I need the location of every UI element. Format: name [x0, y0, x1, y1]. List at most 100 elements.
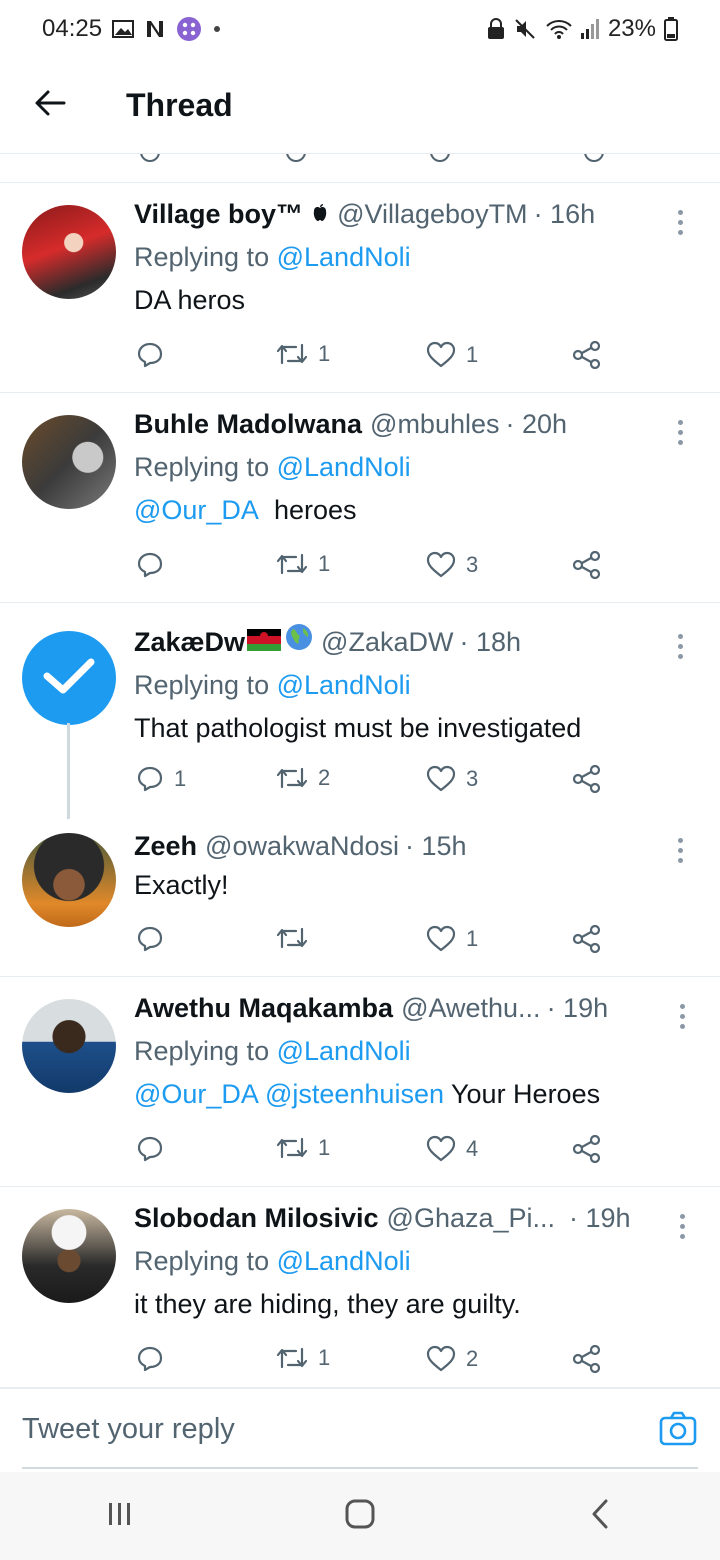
tweet-time[interactable]: · 16h: [534, 199, 596, 230]
tweet-item[interactable]: ZakæDw @ZakaDW · 18h Replying to @LandNo…: [0, 603, 720, 819]
replying-to-mention[interactable]: @LandNoli: [277, 452, 411, 482]
recent-apps-icon: [106, 1500, 134, 1533]
retweet-button[interactable]: 2: [276, 765, 330, 791]
tweet-item[interactable]: Awethu Maqakamba @Awethu... · 19h Replyi…: [0, 977, 720, 1187]
netflix-icon: [144, 19, 166, 39]
comment-icon: [136, 1135, 164, 1163]
tweet-author-name[interactable]: ZakæDw: [134, 627, 245, 658]
tweet-mentions[interactable]: @Our_DA @jsteenhuisen: [134, 1079, 444, 1109]
share-icon: [572, 925, 602, 953]
comment-icon: [136, 1345, 164, 1373]
tweet-author-handle[interactable]: @ZakaDW: [321, 627, 453, 658]
tweet-item[interactable]: Village boy™ @VillageboyTM · 16h Replyin…: [0, 183, 720, 393]
replying-to-mention[interactable]: @LandNoli: [277, 670, 411, 700]
tweet-text: it they are hiding, they are guilty.: [134, 1289, 690, 1320]
tweet-author-handle[interactable]: @owakwaNdosi: [205, 831, 399, 862]
app-icon: [176, 16, 202, 42]
retweet-icon: [276, 1345, 308, 1371]
tweet-author-handle[interactable]: @mbuhles: [370, 409, 499, 440]
page-title: Thread: [126, 87, 233, 123]
apple-icon: [311, 199, 329, 230]
tweet-item[interactable]: Zeeh @owakwaNdosi · 15h Exactly! 1: [0, 819, 720, 977]
retweet-button[interactable]: 1: [276, 551, 330, 577]
avatar[interactable]: [22, 631, 116, 725]
camera-button[interactable]: [658, 1409, 698, 1449]
avatar[interactable]: [22, 999, 116, 1093]
like-count: 1: [466, 926, 479, 951]
replying-to-mention[interactable]: @LandNoli: [277, 1246, 411, 1276]
reply-button[interactable]: [136, 925, 174, 953]
more-options-button[interactable]: [672, 1209, 692, 1243]
tweet-author-name[interactable]: Village boy™: [134, 199, 303, 230]
tweet-time[interactable]: · 18h: [459, 627, 521, 658]
tweet-text: That pathologist must be investigated: [134, 713, 690, 744]
reply-input[interactable]: [22, 1389, 622, 1469]
tweet-author-name[interactable]: Buhle Madolwana: [134, 409, 362, 440]
avatar[interactable]: [22, 1209, 116, 1303]
reply-button[interactable]: [136, 341, 174, 369]
share-icon: [572, 1345, 602, 1373]
tweet-mentions[interactable]: @Our_DA: [134, 495, 259, 525]
avatar[interactable]: [22, 833, 116, 927]
share-button[interactable]: [572, 765, 602, 793]
home-button[interactable]: [320, 1486, 400, 1546]
reply-button[interactable]: 1: [136, 765, 186, 793]
tweet-item[interactable]: Buhle Madolwana @mbuhles · 20h Replying …: [0, 393, 720, 603]
more-options-button[interactable]: [670, 629, 690, 663]
more-options-button[interactable]: [670, 833, 690, 867]
tweet-header: Slobodan Milosivic @Ghaza_Pi... · 19h: [134, 1203, 690, 1234]
battery-icon: [664, 17, 678, 41]
retweet-button[interactable]: [276, 925, 318, 951]
share-button[interactable]: [572, 925, 602, 953]
lock-icon: [486, 18, 506, 40]
reply-button[interactable]: [136, 551, 174, 579]
tweet-time[interactable]: · 15h: [405, 831, 467, 862]
tweet-time[interactable]: · 19h: [569, 1203, 631, 1234]
like-button[interactable]: 3: [426, 765, 478, 793]
tweet-time[interactable]: · 19h: [547, 993, 609, 1024]
avatar[interactable]: [22, 415, 116, 509]
replying-to-mention[interactable]: @LandNoli: [277, 242, 411, 272]
tweet-time[interactable]: · 20h: [506, 409, 568, 440]
malawi-flag-icon: [247, 629, 282, 651]
share-button[interactable]: [572, 1135, 602, 1163]
tweet-author-name[interactable]: Slobodan Milosivic: [134, 1203, 379, 1234]
like-button[interactable]: 3: [426, 551, 478, 579]
like-button[interactable]: 1: [426, 341, 478, 369]
tweet-author-name[interactable]: Awethu Maqakamba: [134, 993, 393, 1024]
tweet-author-handle[interactable]: @Awethu...: [401, 993, 540, 1024]
thread-feed[interactable]: Village boy™ @VillageboyTM · 16h Replyin…: [0, 154, 720, 1388]
like-button[interactable]: 2: [426, 1345, 478, 1373]
like-count: 3: [466, 552, 479, 577]
replying-to-line: Replying to @LandNoli: [134, 1036, 690, 1067]
retweet-count: 1: [318, 1345, 331, 1370]
system-back-button[interactable]: [560, 1486, 640, 1546]
retweet-button[interactable]: 1: [276, 1135, 330, 1161]
recent-apps-button[interactable]: [80, 1486, 160, 1546]
replying-to-mention[interactable]: @LandNoli: [277, 1036, 411, 1066]
like-button[interactable]: 1: [426, 925, 478, 953]
more-options-button[interactable]: [670, 415, 690, 449]
retweet-button[interactable]: 1: [276, 1345, 330, 1371]
more-options-button[interactable]: [672, 999, 692, 1033]
reply-button[interactable]: [136, 1135, 174, 1163]
like-button[interactable]: 4: [426, 1135, 478, 1163]
heart-icon: [426, 551, 456, 579]
share-button[interactable]: [572, 1345, 602, 1373]
tweet-text-content: it they are hiding, they are guilty.: [134, 1289, 521, 1319]
back-button[interactable]: [18, 74, 82, 138]
share-icon: [572, 765, 602, 793]
retweet-button[interactable]: 1: [276, 341, 330, 367]
tweet-item[interactable]: Slobodan Milosivic @Ghaza_Pi... · 19h Re…: [0, 1187, 720, 1388]
more-options-button[interactable]: [670, 205, 690, 239]
wifi-icon: [546, 18, 572, 40]
avatar[interactable]: [22, 205, 116, 299]
tweet-author-name[interactable]: Zeeh: [134, 831, 197, 862]
tweet-actions: 1 1: [134, 341, 614, 377]
share-button[interactable]: [572, 341, 602, 369]
tweet-author-handle[interactable]: @Ghaza_Pi...: [387, 1203, 556, 1234]
status-time: 04:25: [42, 15, 103, 42]
reply-button[interactable]: [136, 1345, 174, 1373]
share-button[interactable]: [572, 551, 602, 579]
tweet-author-handle[interactable]: @VillageboyTM: [337, 199, 528, 230]
